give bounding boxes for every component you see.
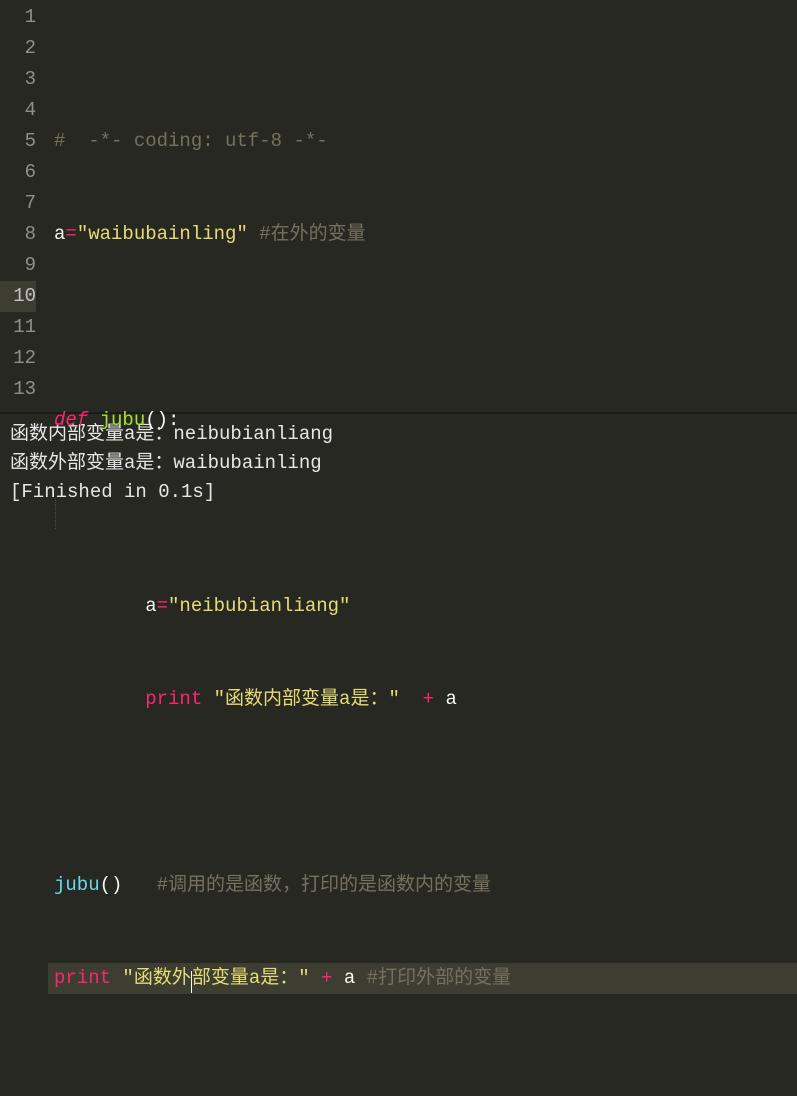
token-string: 部变量a是：" — [192, 967, 310, 989]
line-number: 7 — [0, 188, 36, 219]
line-number: 8 — [0, 219, 36, 250]
token-operator: = — [65, 223, 76, 245]
token-indent — [54, 688, 145, 710]
token-indent — [54, 595, 145, 617]
token-space — [434, 688, 445, 710]
token-comment: -*- coding: utf-8 -*- — [65, 130, 327, 152]
code-line[interactable]: def jubu(): — [48, 405, 797, 436]
code-area[interactable]: # -*- coding: utf-8 -*- a="waibubainling… — [48, 0, 797, 412]
code-line[interactable] — [48, 777, 797, 808]
code-line[interactable]: a="waibubainling" #在外的变量 — [48, 219, 797, 250]
code-line[interactable]: jubu() #调用的是函数，打印的是函数内的变量 — [48, 870, 797, 901]
token-space — [400, 688, 423, 710]
line-number: 6 — [0, 157, 36, 188]
token-variable: a — [54, 223, 65, 245]
token-paren: (): — [145, 409, 179, 431]
token-variable: a — [145, 595, 156, 617]
line-number: 13 — [0, 374, 36, 405]
token-comment: #调用的是函数，打印的是函数内的变量 — [157, 874, 491, 896]
token-paren: () — [100, 874, 123, 896]
token-string: "neibubianliang" — [168, 595, 350, 617]
token-string: "函数内部变量a是：" — [214, 688, 400, 710]
token-operator: = — [157, 595, 168, 617]
token-string: "waibubainling" — [77, 223, 248, 245]
code-line[interactable] — [48, 312, 797, 343]
line-number: 9 — [0, 250, 36, 281]
token-comment: #打印外部的变量 — [367, 967, 511, 989]
token-space — [332, 967, 343, 989]
token-comment: #在外的变量 — [259, 223, 365, 245]
token-keyword: print — [145, 688, 202, 710]
line-number: 10 — [0, 281, 36, 312]
token-keyword: def — [54, 409, 88, 431]
token-space — [122, 874, 156, 896]
line-number-gutter: 1 2 3 4 5 6 7 8 9 10 11 12 13 — [0, 0, 48, 412]
code-line[interactable] — [48, 498, 797, 529]
line-number: 4 — [0, 95, 36, 126]
code-line[interactable] — [48, 1056, 797, 1087]
token-comment: # — [54, 130, 65, 152]
token-function-name: jubu — [100, 409, 146, 431]
token-operator: + — [423, 688, 434, 710]
token-keyword: print — [54, 967, 111, 989]
token-variable: a — [445, 688, 456, 710]
code-line[interactable]: a="neibubianliang" — [48, 591, 797, 622]
code-line-active[interactable]: print "函数外部变量a是：" + a #打印外部的变量 — [48, 963, 797, 994]
token-variable: a — [344, 967, 355, 989]
code-line[interactable]: # -*- coding: utf-8 -*- — [48, 126, 797, 157]
line-number: 3 — [0, 64, 36, 95]
token-call: jubu — [54, 874, 100, 896]
line-number: 1 — [0, 2, 36, 33]
line-number: 11 — [0, 312, 36, 343]
token-string: "函数外 — [122, 967, 190, 989]
token-space — [111, 967, 122, 989]
code-editor[interactable]: 1 2 3 4 5 6 7 8 9 10 11 12 13 # -*- codi… — [0, 0, 797, 412]
token-space — [310, 967, 321, 989]
token-space — [248, 223, 259, 245]
token-space — [355, 967, 366, 989]
code-line[interactable]: print "函数内部变量a是：" + a — [48, 684, 797, 715]
line-number: 12 — [0, 343, 36, 374]
token-operator: + — [321, 967, 332, 989]
line-number: 5 — [0, 126, 36, 157]
line-number: 2 — [0, 33, 36, 64]
token-space — [88, 409, 99, 431]
token-space — [202, 688, 213, 710]
indent-guide — [55, 498, 56, 529]
